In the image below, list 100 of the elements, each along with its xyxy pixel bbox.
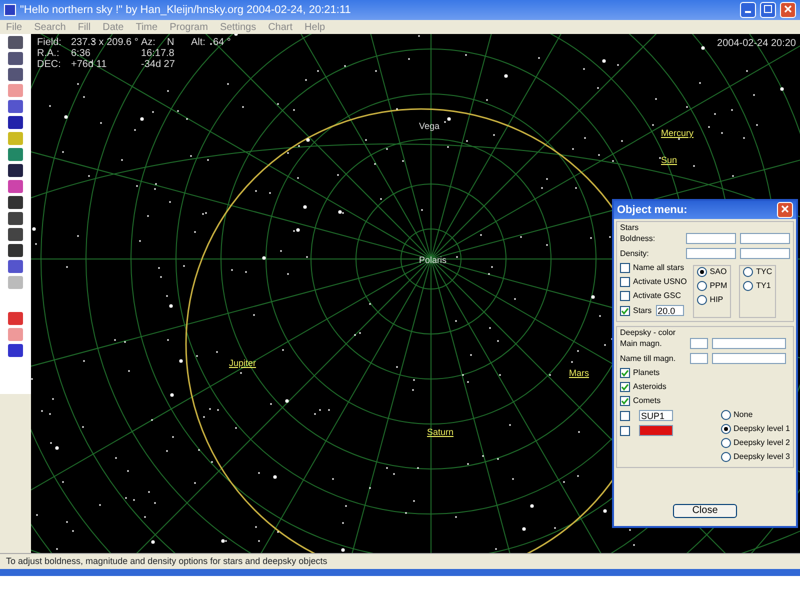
- checkbox-label: Asteroids: [633, 382, 666, 392]
- radio-label: None: [734, 410, 753, 420]
- toolbar-icon[interactable]: [8, 228, 23, 241]
- input-field[interactable]: [686, 233, 736, 244]
- checkbox[interactable]: [620, 382, 630, 392]
- radio-label: Deepsky level 2: [734, 438, 790, 448]
- checkbox[interactable]: [620, 306, 630, 316]
- planet-label: Sun: [661, 154, 678, 167]
- dialog-title: Object menu:: [617, 205, 688, 215]
- menu-item[interactable]: Fill: [72, 20, 97, 34]
- radio-button[interactable]: [720, 424, 731, 434]
- field-label: Density:: [620, 248, 650, 258]
- status-text: To adjust boldness, magnitude and density options for stars and deepsky objects: [6, 554, 328, 568]
- input-field[interactable]: [712, 338, 786, 349]
- checkbox-label: Activate GSC: [633, 291, 682, 301]
- info-text: 237.3 x 209.6 °: [71, 37, 138, 48]
- checkbox-label: Comets: [633, 396, 661, 406]
- toolbar-icon[interactable]: [8, 244, 23, 257]
- menu-item[interactable]: Chart: [262, 20, 299, 34]
- close-button[interactable]: [780, 2, 796, 18]
- field-label: Boldness:: [620, 234, 656, 244]
- checkbox[interactable]: [620, 410, 630, 420]
- menu-item[interactable]: Settings: [214, 20, 262, 34]
- radio-label: Deepsky level 1: [734, 424, 790, 434]
- radio-label: PPM: [710, 281, 728, 291]
- menu-item[interactable]: File: [0, 20, 28, 34]
- toolbar-icon[interactable]: [8, 148, 23, 161]
- close-icon: [781, 205, 789, 214]
- checkbox[interactable]: [620, 277, 630, 287]
- spin-field[interactable]: 20.0: [656, 305, 684, 316]
- checkbox[interactable]: [620, 368, 630, 378]
- info-text: +76d 11: [71, 59, 107, 70]
- minimize-button[interactable]: [740, 2, 756, 18]
- input-field[interactable]: [690, 353, 708, 364]
- info-text: -34d 27: [141, 59, 175, 70]
- star-label: Polaris: [419, 254, 447, 267]
- radio-button[interactable]: [696, 267, 707, 277]
- toolbar-icon[interactable]: [8, 36, 23, 49]
- check-icon: [621, 306, 629, 314]
- radio-label: TY1: [756, 281, 771, 291]
- menu-item[interactable]: Help: [298, 20, 332, 34]
- star-label: Vega: [419, 120, 440, 133]
- close-button[interactable]: Close: [673, 504, 737, 518]
- close-button[interactable]: [777, 202, 793, 218]
- input-field[interactable]: [712, 353, 786, 364]
- input-field[interactable]: [740, 233, 790, 244]
- radio-button[interactable]: [696, 295, 707, 305]
- group-label: Stars: [620, 223, 640, 233]
- checkbox[interactable]: [620, 263, 630, 273]
- color-swatch[interactable]: SUP1: [639, 410, 673, 421]
- checkbox-label: Activate USNO: [633, 277, 687, 287]
- radio-button[interactable]: [720, 438, 731, 448]
- toolbar-icon[interactable]: [8, 212, 23, 225]
- radio-label: TYC: [756, 267, 772, 277]
- info-text: Az:: [141, 37, 156, 48]
- toolbar-icon[interactable]: [8, 344, 23, 357]
- info-text: R.A.:: [37, 48, 60, 59]
- radio-button[interactable]: [743, 267, 754, 277]
- info-text: 16:17.8: [141, 48, 174, 59]
- planet-label: Mars: [569, 367, 589, 380]
- menu-item[interactable]: Search: [28, 20, 72, 34]
- window-title: "Hello northern sky !" by Han_Kleijn/hnsky.org 2004-02-24, 20:21:11: [20, 2, 351, 18]
- toolbar-icon[interactable]: [8, 196, 23, 209]
- input-field[interactable]: [690, 338, 708, 349]
- info-text: DEC:: [37, 59, 61, 70]
- radio-button[interactable]: [696, 281, 707, 291]
- radio-button[interactable]: [720, 410, 731, 420]
- radio-label: SAO: [710, 267, 727, 277]
- toolbar-icon[interactable]: [8, 164, 23, 177]
- field-label: Main magn.: [620, 338, 663, 348]
- radio-label: HIP: [710, 295, 724, 305]
- checkbox[interactable]: [620, 426, 630, 436]
- radio-button[interactable]: [720, 452, 731, 462]
- app-icon: [4, 4, 16, 16]
- menu-item[interactable]: Date: [96, 20, 130, 34]
- checkbox[interactable]: [620, 291, 630, 301]
- toolbar-icon[interactable]: [8, 52, 23, 65]
- checkbox-label: Stars: [633, 306, 652, 316]
- menu-item[interactable]: Program: [164, 20, 214, 34]
- radio-label: Deepsky level 3: [734, 452, 790, 462]
- color-swatch[interactable]: [639, 425, 673, 436]
- info-text: N: [167, 37, 174, 48]
- toolbar-icon[interactable]: [8, 116, 23, 129]
- date-time: 2004-02-24 20:20: [717, 38, 796, 49]
- toolbar-icon[interactable]: [8, 68, 23, 81]
- checkbox-label: Planets: [633, 368, 660, 378]
- maximize-icon: [764, 5, 772, 14]
- maximize-button[interactable]: [760, 2, 776, 18]
- close-icon: [784, 5, 792, 14]
- toolbar-icon[interactable]: [8, 100, 23, 113]
- info-text: Field:: [37, 37, 62, 48]
- input-field[interactable]: [686, 248, 736, 259]
- radio-button[interactable]: [743, 281, 754, 291]
- toolbar-icon[interactable]: [8, 260, 23, 273]
- planet-label: Jupiter: [229, 357, 256, 370]
- info-text: Alt:: [191, 37, 206, 48]
- checkbox[interactable]: [620, 396, 630, 406]
- input-field[interactable]: [740, 248, 790, 259]
- menu-item[interactable]: Time: [130, 20, 164, 34]
- planet-label: Saturn: [427, 426, 454, 439]
